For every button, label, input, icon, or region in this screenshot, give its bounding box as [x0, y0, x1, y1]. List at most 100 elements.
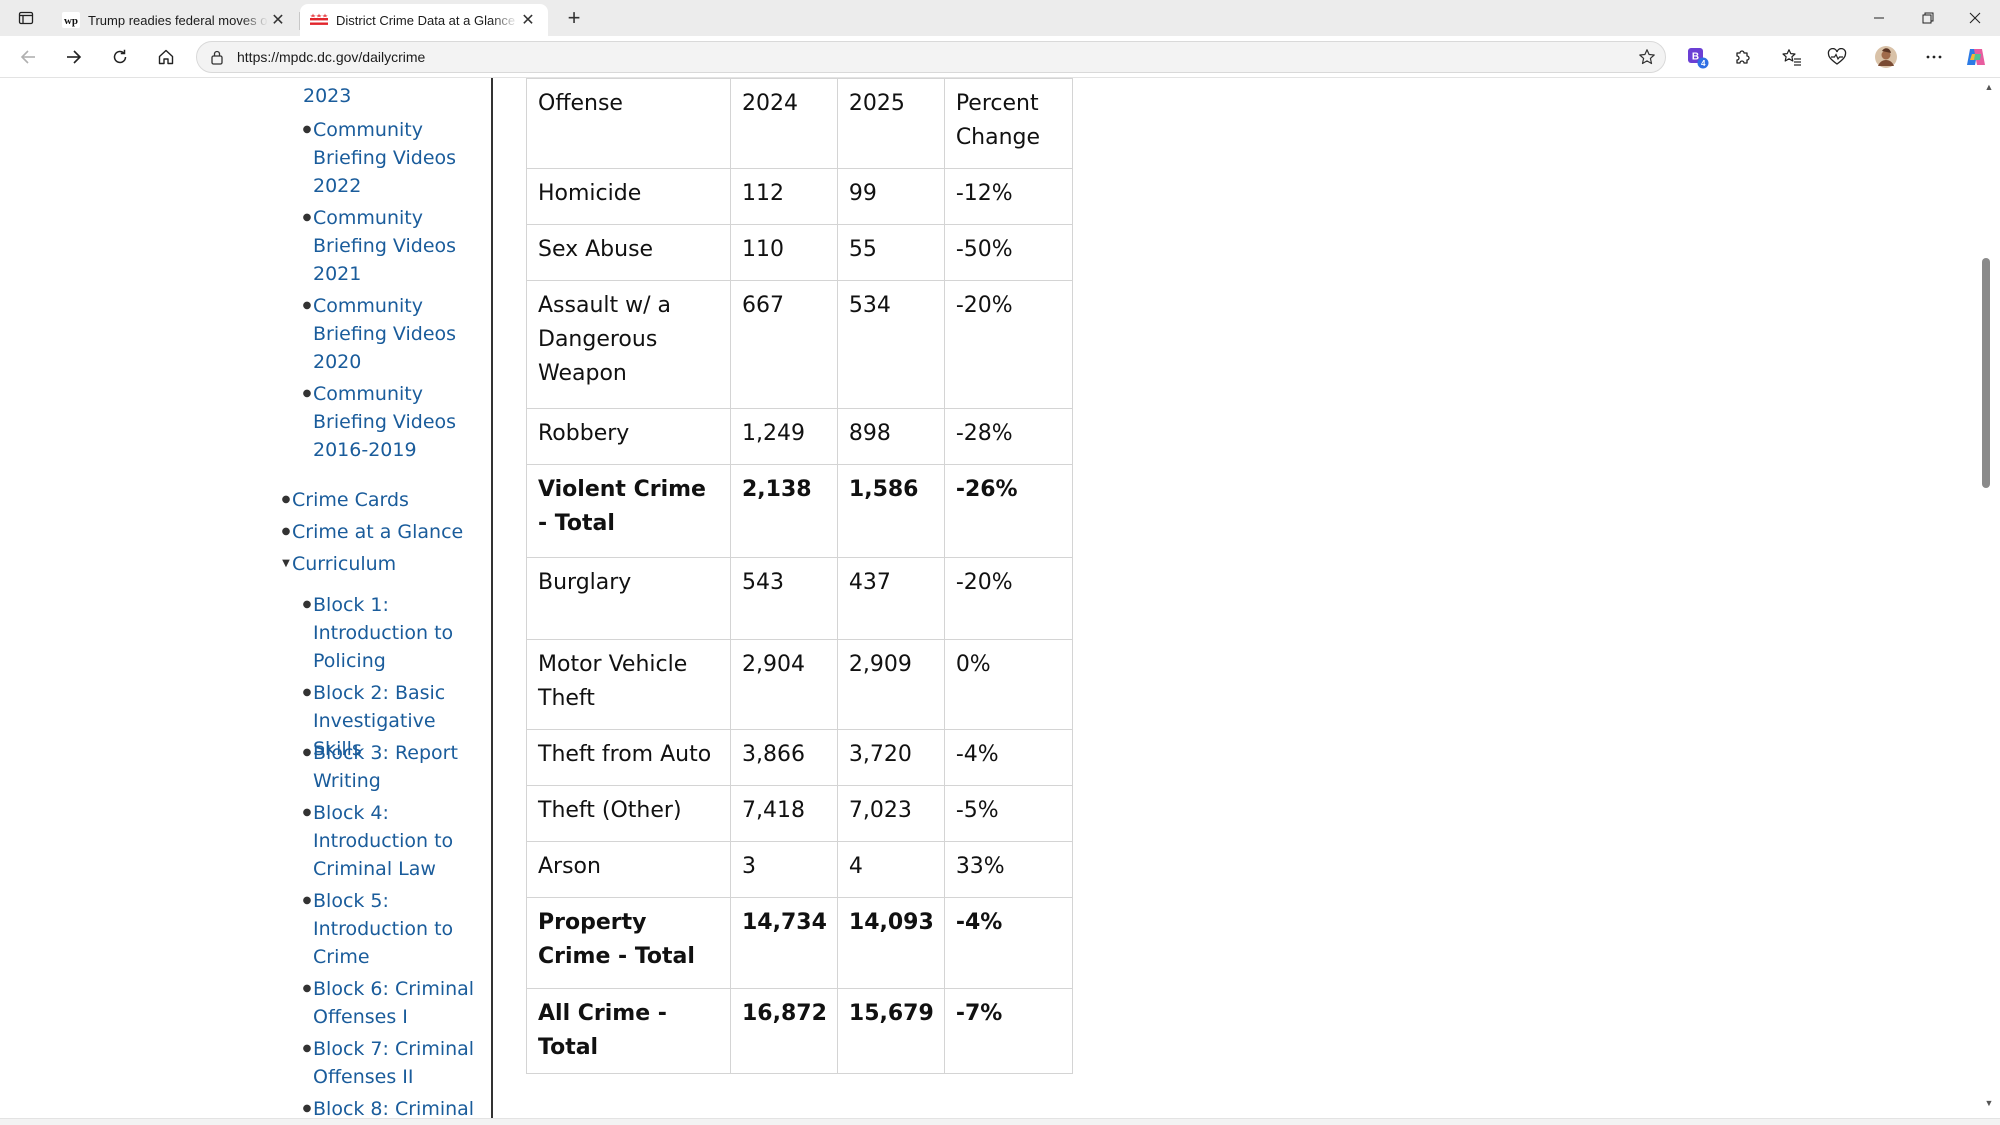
sidebar-item-briefing-2023[interactable]: 2023 [303, 78, 463, 110]
table-row: Theft from Auto 3,866 3,720 -4% [526, 729, 1073, 786]
sidebar-item-curriculum[interactable]: ▼ Curriculum [280, 550, 396, 578]
lock-icon[interactable] [197, 41, 237, 73]
bullet-icon: ● [281, 526, 291, 537]
table-cell: Motor Vehicle Theft [526, 639, 731, 730]
address-toolbar: https://mpdc.dc.gov/dailycrime B 4 [0, 36, 2000, 78]
table-cell: Assault w/ a Dangerous Weapon [526, 280, 731, 409]
sidebar-item-briefing-2021[interactable]: ● Community Briefing Videos 2021 [301, 204, 473, 288]
scrollbar-thumb[interactable] [1982, 258, 1990, 488]
settings-more-button[interactable] [1918, 41, 1950, 73]
sidebar-item-label: Block 5: Introduction to Crime [313, 890, 454, 968]
table-cell: 55 [836, 224, 945, 281]
puzzle-icon [1736, 50, 1750, 64]
table-cell: 0% [943, 639, 1073, 730]
table-cell: -5% [943, 785, 1073, 842]
table-cell: 3 [730, 841, 838, 898]
sidebar-item-label: Block 3: Report Writing [313, 742, 458, 792]
url-text[interactable]: https://mpdc.dc.gov/dailycrime [237, 49, 1629, 65]
copilot-icon [1967, 49, 1985, 65]
tab-actions-button[interactable] [10, 6, 42, 30]
sidebar-nav: 2023 ● Community Briefing Videos 2022 ● … [0, 78, 493, 1118]
home-button[interactable] [150, 41, 182, 73]
table-cell: 534 [836, 280, 945, 409]
close-tab-icon[interactable]: ✕ [518, 10, 538, 30]
sidebar-item-crime-cards[interactable]: ● Crime Cards [280, 486, 409, 514]
table-cell: -20% [943, 280, 1073, 409]
address-bar[interactable]: https://mpdc.dc.gov/dailycrime [196, 41, 1666, 73]
close-window-button[interactable] [1952, 0, 1998, 36]
table-cell: 4 [836, 841, 945, 898]
favorite-star-icon[interactable] [1629, 41, 1665, 73]
extension-button[interactable]: B 4 [1681, 41, 1713, 73]
table-cell: 437 [836, 557, 945, 640]
table-row: Homicide 112 99 -12% [526, 168, 1073, 225]
dc-flag-icon [310, 12, 328, 28]
sidebar-item-block-7[interactable]: ● Block 7: Criminal Offenses II [301, 1035, 483, 1091]
table-cell: Violent Crime - Total [526, 464, 731, 558]
table-cell: 99 [836, 168, 945, 225]
sidebar-item-label: Community Briefing Videos 2016-2019 [313, 383, 457, 461]
table-cell: Homicide [526, 168, 731, 225]
table-row: Arson 3 4 33% [526, 841, 1073, 898]
scroll-down-arrow-icon[interactable]: ▼ [1982, 1098, 1996, 1110]
caret-down-icon[interactable]: ▼ [280, 550, 292, 578]
sidebar-item-block-6[interactable]: ● Block 6: Criminal Offenses I [301, 975, 483, 1031]
tab-active[interactable]: District Crime Data at a Glance | m ✕ [300, 4, 548, 36]
tab-title: District Crime Data at a Glance | m [336, 12, 518, 28]
bullet-icon: ● [302, 212, 312, 223]
sidebar-item-block-3[interactable]: ● Block 3: Report Writing [301, 739, 473, 795]
svg-text:wp: wp [64, 15, 78, 27]
scroll-up-arrow-icon[interactable]: ▲ [1982, 82, 1996, 94]
browser-essentials-button[interactable] [1821, 41, 1853, 73]
sidebar-item-block-8[interactable]: ● Block 8: Criminal [301, 1095, 483, 1118]
copilot-button[interactable] [1960, 41, 1992, 73]
profile-button[interactable] [1870, 41, 1902, 73]
tab-inactive[interactable]: wp Trump readies federal moves on D ✕ [52, 4, 298, 36]
bullet-icon: ● [302, 599, 312, 610]
favorites-button[interactable] [1776, 41, 1808, 73]
sidebar-item-briefing-2020[interactable]: ● Community Briefing Videos 2020 [301, 292, 473, 376]
minimize-button[interactable] [1856, 0, 1902, 36]
more-dots-icon [1926, 55, 1942, 59]
sidebar-item-label: Block 6: Criminal Offenses I [313, 978, 475, 1028]
sidebar-item-block-4[interactable]: ● Block 4: Introduction to Criminal Law [301, 799, 473, 883]
table-row-total: All Crime - Total 16,872 15,679 -7% [526, 988, 1073, 1074]
table-cell: -12% [943, 168, 1073, 225]
table-row: Assault w/ a Dangerous Weapon 667 534 -2… [526, 280, 1073, 409]
sidebar-item-briefing-2016-2019[interactable]: ● Community Briefing Videos 2016-2019 [301, 380, 473, 464]
page-viewport: 2023 ● Community Briefing Videos 2022 ● … [0, 78, 1982, 1118]
forward-button[interactable] [58, 41, 90, 73]
back-arrow-icon [20, 50, 35, 64]
sidebar-item-label: Block 7: Criminal Offenses II [313, 1038, 475, 1088]
table-cell: 110 [730, 224, 838, 281]
back-button[interactable] [12, 41, 44, 73]
crime-table-container: Offense 2024 2025 Percent Change Homicid… [526, 78, 1073, 1074]
table-header-row: Offense 2024 2025 Percent Change [526, 78, 1073, 169]
avatar [1875, 46, 1897, 68]
clipped-line [303, 78, 463, 82]
restore-button[interactable] [1905, 0, 1951, 36]
table-cell: 7,023 [836, 785, 945, 842]
table-cell: 15,679 [836, 988, 945, 1074]
close-tab-icon[interactable]: ✕ [268, 10, 288, 30]
sidebar-item-briefing-2022[interactable]: ● Community Briefing Videos 2022 [301, 116, 473, 200]
table-cell: 898 [836, 408, 945, 465]
heart-pulse-icon [1827, 48, 1847, 65]
sidebar-item-label: Crime Cards [292, 489, 409, 511]
new-tab-button[interactable]: + [560, 5, 588, 30]
table-cell: Robbery [526, 408, 731, 465]
extensions-button[interactable] [1726, 41, 1758, 73]
minimize-icon [1874, 17, 1884, 19]
table-cell: 112 [730, 168, 838, 225]
sidebar-item-block-5[interactable]: ● Block 5: Introduction to Crime [301, 887, 473, 971]
table-cell: 14,093 [836, 897, 945, 989]
sidebar-item-block-1[interactable]: ● Block 1: Introduction to Policing [301, 591, 473, 675]
table-row: Burglary 543 437 -20% [526, 557, 1073, 640]
close-icon [1969, 12, 1981, 24]
vertical-scrollbar[interactable]: ▲ ▼ [1982, 78, 2000, 1118]
bullet-icon: ● [281, 494, 291, 505]
sidebar-item-crime-at-a-glance[interactable]: ● Crime at a Glance [280, 518, 464, 546]
table-cell: 2,138 [730, 464, 838, 558]
tab-actions-icon [18, 11, 34, 25]
refresh-button[interactable] [104, 41, 136, 73]
